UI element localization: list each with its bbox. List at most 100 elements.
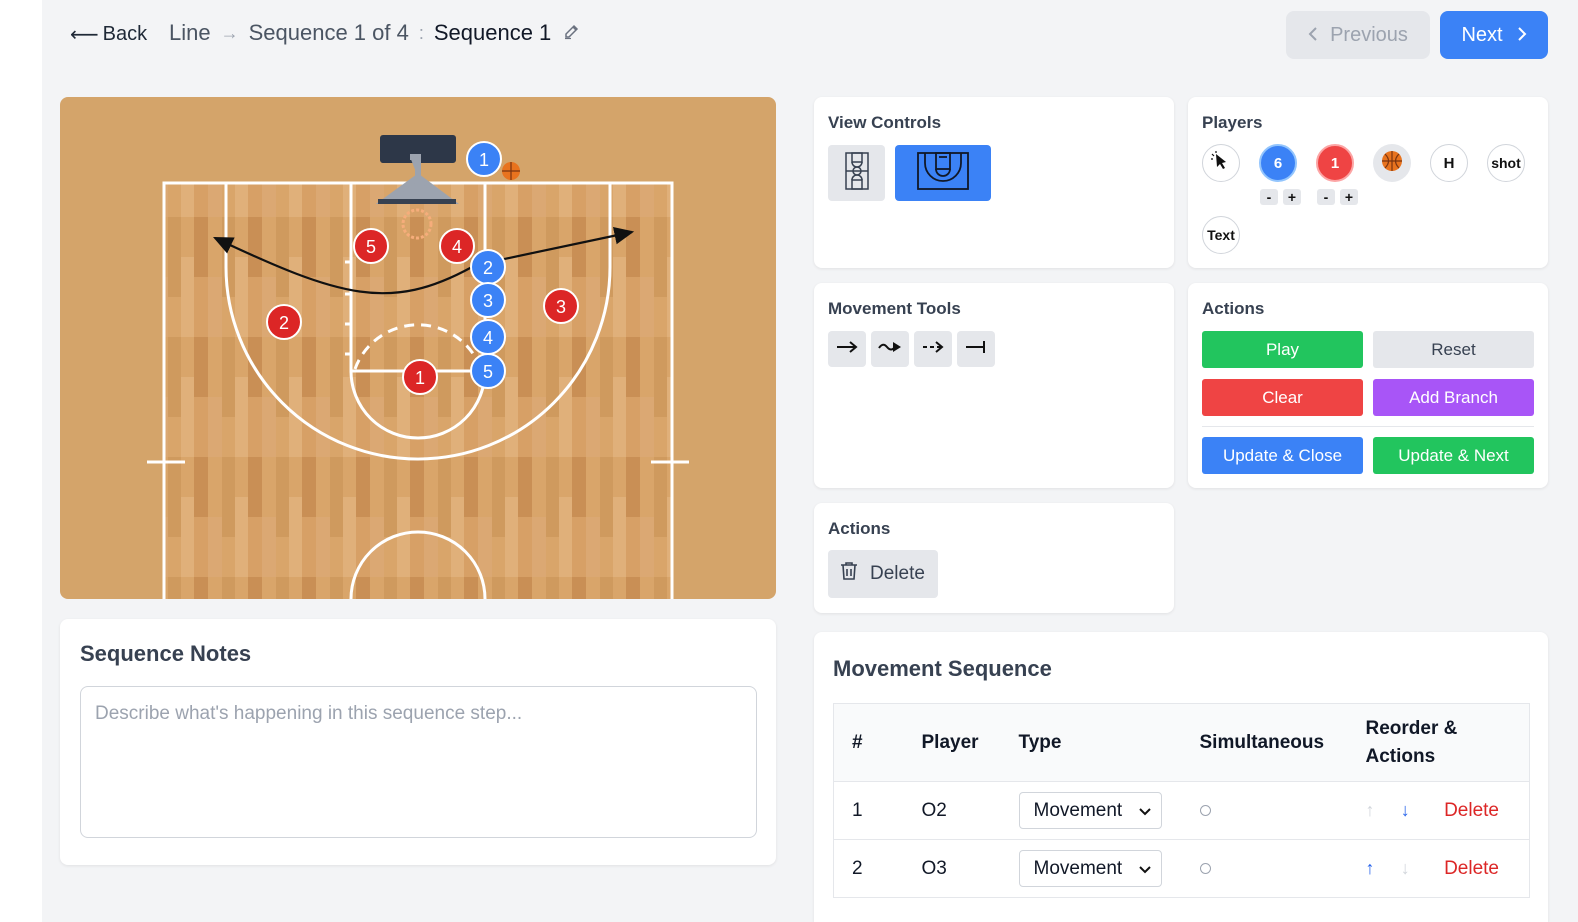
shot-tool[interactable]: shot (1487, 144, 1525, 182)
edit-icon[interactable] (563, 22, 581, 45)
svg-text:5: 5 (366, 237, 376, 257)
movement-tools-card: Movement Tools (814, 283, 1174, 488)
actions-title: Actions (1202, 299, 1265, 318)
svg-text:1: 1 (415, 368, 425, 388)
text-tool[interactable]: Text (1202, 216, 1240, 254)
offense-player-tool[interactable]: 6 (1259, 144, 1297, 182)
full-court-view-button[interactable] (828, 145, 885, 201)
half-court-view-button[interactable] (895, 145, 991, 201)
half-court-icon (915, 151, 971, 196)
offense-player-3[interactable]: 3 (470, 282, 506, 318)
basketball-icon (1381, 150, 1403, 176)
move-up-icon: ↑ (1365, 799, 1375, 820)
breadcrumb: Line → Sequence 1 of 4 : Sequence 1 (169, 20, 581, 46)
type-select[interactable]: Movement (1018, 792, 1162, 829)
row-num: 1 (833, 781, 904, 840)
defense-player-1[interactable]: 1 (402, 359, 438, 395)
home-marker-tool[interactable]: H (1430, 144, 1468, 182)
col-type: Type (1000, 703, 1182, 782)
back-button[interactable]: ⟵ Back (70, 22, 147, 47)
offense-minus-button[interactable]: - (1260, 189, 1278, 205)
back-arrow-icon: ⟵ (70, 24, 99, 46)
movement-sequence-card: Movement Sequence # Player Type Simultan… (814, 632, 1548, 922)
defense-player-2[interactable]: 2 (266, 304, 302, 340)
type-select[interactable]: Movement (1018, 850, 1162, 887)
view-controls-title: View Controls (828, 113, 942, 132)
defense-count: 1 (1330, 154, 1340, 172)
screen-icon (964, 339, 988, 360)
col-num: # (833, 703, 904, 782)
update-close-button[interactable]: Update & Close (1202, 437, 1363, 474)
row-player: O3 (903, 839, 1001, 898)
row-num: 2 (833, 839, 904, 898)
simultaneous-radio[interactable] (1199, 862, 1211, 874)
add-branch-button[interactable]: Add Branch (1373, 379, 1534, 416)
simultaneous-radio[interactable] (1199, 804, 1211, 816)
players-card: Players 6 - + 1 - + H shot Text (1188, 97, 1548, 268)
movement-tools-title: Movement Tools (828, 299, 961, 318)
offense-player-1[interactable]: 1 (466, 141, 502, 177)
view-controls-card: View Controls (814, 97, 1174, 268)
left-sidebar-strip (0, 0, 42, 922)
col-reorder-actions: Reorder & Actions (1347, 703, 1530, 782)
row-actions-cell: ↑ ↓ Delete (1347, 839, 1530, 898)
play-button[interactable]: Play (1202, 331, 1363, 368)
shot-label: shot (1491, 155, 1521, 171)
sequence-notes-input[interactable] (80, 686, 757, 838)
previous-label: Previous (1330, 23, 1408, 46)
move-down-icon: ↓ (1400, 857, 1410, 878)
table-row: 2 O3 Movement ↑ ↓ Delete (833, 839, 1530, 898)
row-delete-link[interactable]: Delete (1444, 800, 1499, 821)
move-down-icon[interactable]: ↓ (1401, 800, 1431, 821)
row-simultaneous-cell (1181, 839, 1348, 898)
table-row: 1 O2 Movement ↑ ↓ Delete (833, 781, 1530, 840)
reset-button[interactable]: Reset (1373, 331, 1534, 368)
defense-player-4[interactable]: 4 (439, 228, 475, 264)
svg-text:1: 1 (479, 150, 489, 170)
breadcrumb-arrow-icon: → (220, 22, 239, 43)
clear-button[interactable]: Clear (1202, 379, 1363, 416)
offense-player-2[interactable]: 2 (470, 249, 506, 285)
defense-player-3[interactable]: 3 (543, 288, 579, 324)
half-court-diagram[interactable]: 5 4 2 3 1 1 2 3 4 5 (60, 97, 776, 599)
chevron-right-icon (1517, 24, 1527, 47)
screen-tool[interactable] (957, 331, 995, 367)
previous-button[interactable]: Previous (1286, 11, 1430, 59)
row-simultaneous-cell (1181, 781, 1348, 840)
col-reorder-line1: Reorder & (1365, 717, 1458, 739)
col-player: Player (903, 703, 1001, 782)
row-type-cell: Movement (1000, 839, 1182, 898)
ball-icon[interactable] (502, 162, 520, 180)
court-canvas[interactable]: 5 4 2 3 1 1 2 3 4 5 (60, 97, 776, 599)
pass-arrow-tool[interactable] (914, 331, 952, 367)
back-label: Back (102, 23, 148, 45)
movement-arrow-tool[interactable] (828, 331, 866, 367)
home-label: H (1443, 154, 1455, 172)
text-label: Text (1207, 227, 1235, 243)
defense-player-5[interactable]: 5 (353, 228, 389, 264)
update-next-button[interactable]: Update & Next (1373, 437, 1534, 474)
select-cursor-tool[interactable] (1202, 144, 1240, 182)
col-simultaneous: Simultaneous (1181, 703, 1348, 782)
offense-player-4[interactable]: 4 (470, 319, 506, 355)
defense-player-tool[interactable]: 1 (1316, 144, 1354, 182)
move-up-icon[interactable]: ↑ (1366, 858, 1396, 879)
movement-arrow-icon (835, 340, 859, 359)
next-button[interactable]: Next (1440, 11, 1548, 59)
table-header-row: # Player Type Simultaneous Reorder & Act… (833, 703, 1530, 782)
defense-plus-button[interactable]: + (1340, 189, 1358, 205)
breadcrumb-colon: : (418, 22, 424, 43)
row-type-cell: Movement (1000, 781, 1182, 840)
sequence-notes-title: Sequence Notes (80, 641, 252, 666)
dribble-arrow-tool[interactable] (871, 331, 909, 367)
next-label: Next (1461, 23, 1503, 46)
ball-tool[interactable] (1373, 144, 1411, 182)
element-actions-card: Actions Delete (814, 503, 1174, 613)
breadcrumb-line[interactable]: Line (169, 20, 211, 46)
row-delete-link[interactable]: Delete (1444, 858, 1499, 879)
offense-player-5[interactable]: 5 (470, 353, 506, 389)
delete-label: Delete (870, 563, 925, 584)
delete-element-button[interactable]: Delete (828, 550, 938, 598)
defense-minus-button[interactable]: - (1317, 189, 1335, 205)
offense-plus-button[interactable]: + (1283, 189, 1301, 205)
